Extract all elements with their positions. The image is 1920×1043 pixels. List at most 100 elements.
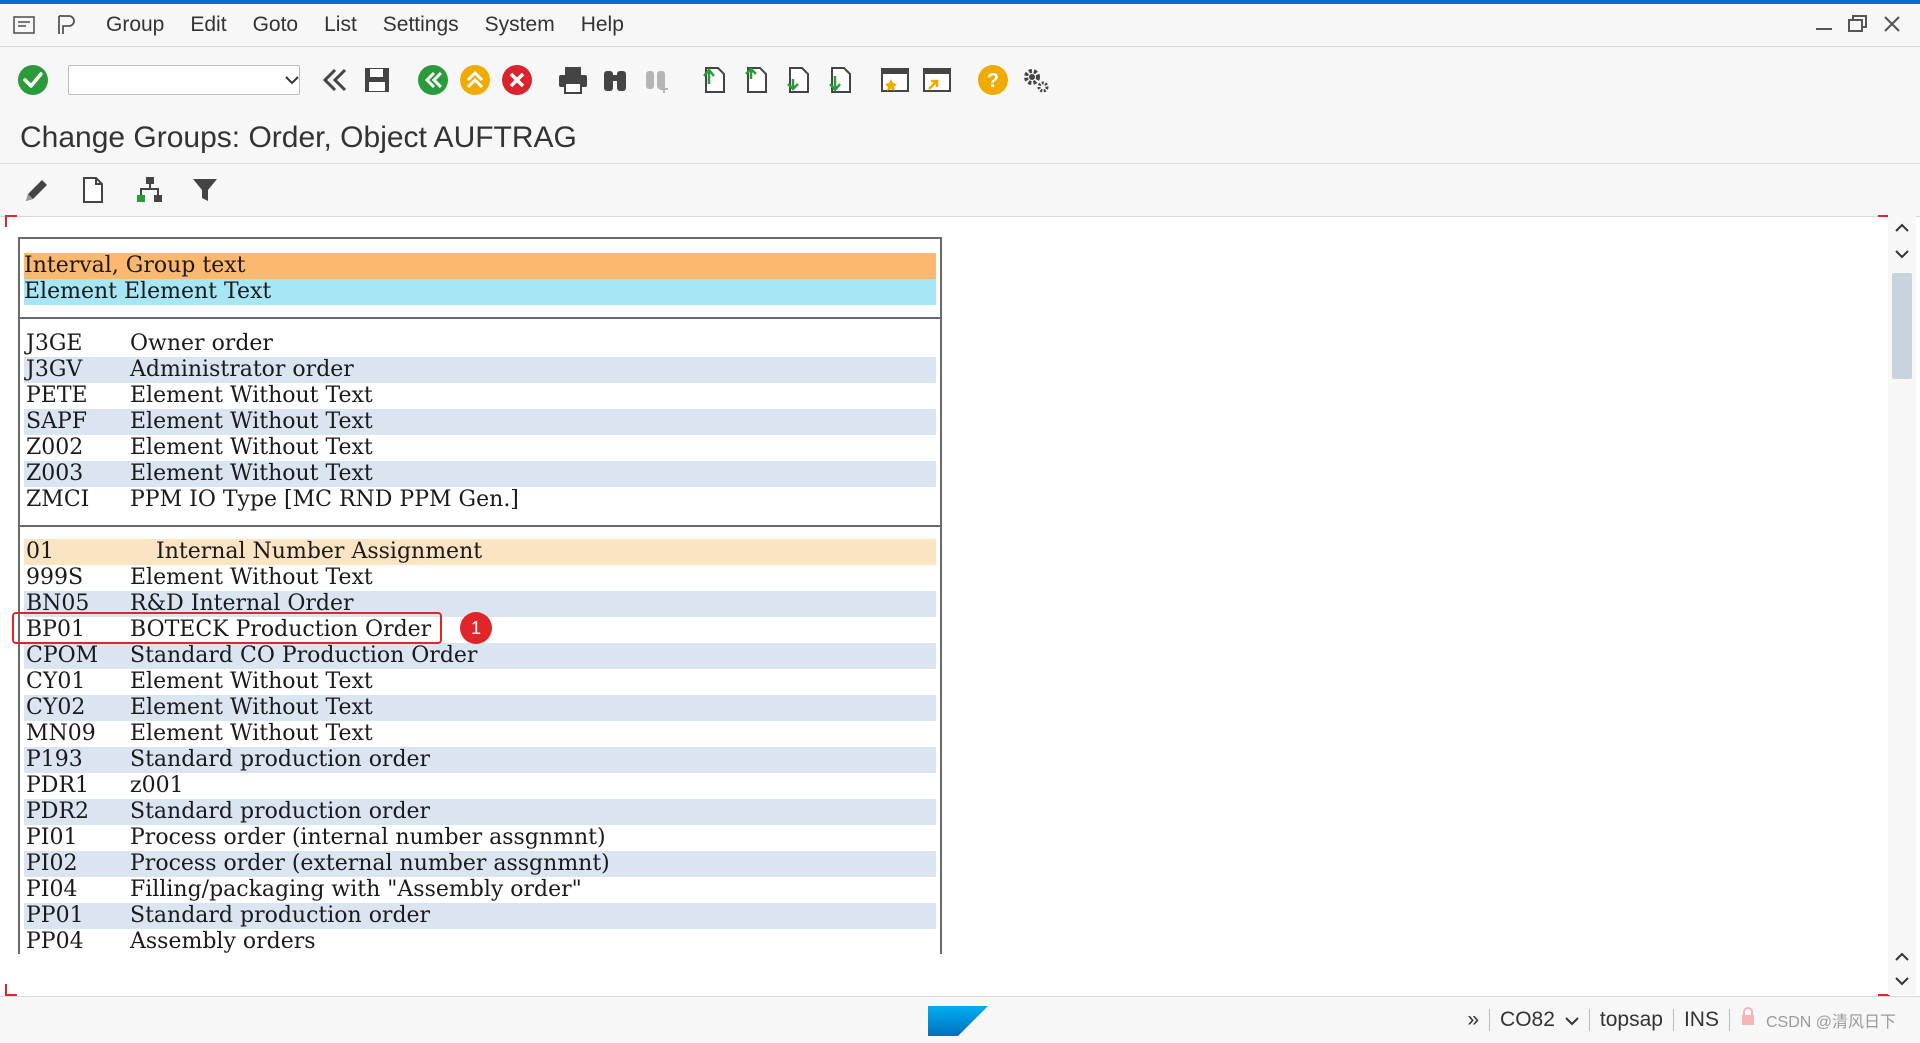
element-text: Element Without Text: [130, 383, 373, 408]
standard-toolbar: ?: [0, 47, 1920, 113]
help-icon[interactable]: ?: [976, 63, 1010, 97]
cancel-icon[interactable]: [500, 63, 534, 97]
pencil-icon[interactable]: [20, 173, 54, 207]
list-item[interactable]: J3GE Owner order: [24, 331, 936, 357]
command-input[interactable]: [73, 66, 284, 94]
status-separator: [1672, 1009, 1674, 1031]
create-session-icon[interactable]: [878, 63, 912, 97]
group-row[interactable]: 01 Internal Number Assignment: [24, 539, 936, 565]
list-item[interactable]: PP04 Assembly orders: [24, 929, 936, 954]
back-icon[interactable]: [416, 63, 450, 97]
element-code: MN09: [26, 721, 96, 746]
menu-goto[interactable]: Goto: [253, 13, 299, 37]
element-code: PI01: [26, 825, 78, 850]
menu-help[interactable]: Help: [581, 13, 624, 37]
minimize-icon[interactable]: [1812, 12, 1836, 36]
element-text: Element Without Text: [130, 461, 373, 486]
transaction-code[interactable]: CO82: [1500, 1008, 1555, 1032]
list-item[interactable]: PP01 Standard production order: [24, 903, 936, 929]
status-expand-chevron[interactable]: »: [1467, 1008, 1479, 1032]
menu-system[interactable]: System: [485, 13, 555, 37]
chevron-down-icon[interactable]: [1565, 1008, 1579, 1032]
save-icon[interactable]: [360, 63, 394, 97]
status-info: » CO82 topsap INS CSDN @清风日下: [1467, 1007, 1896, 1033]
list-item[interactable]: CY02 Element Without Text: [24, 695, 936, 721]
new-document-icon[interactable]: [76, 173, 110, 207]
status-separator: [1728, 1009, 1730, 1031]
page-title: Change Groups: Order, Object AUFTRAG: [20, 121, 577, 154]
list-item[interactable]: PI01 Process order (internal number assgn…: [24, 825, 936, 851]
element-text: z001: [130, 773, 184, 798]
element-code: CY02: [26, 695, 86, 720]
insert-mode[interactable]: INS: [1684, 1008, 1719, 1032]
element-text: Element Without Text: [130, 669, 373, 694]
find-icon[interactable]: [598, 63, 632, 97]
menu-group[interactable]: Group: [106, 13, 164, 37]
element-text: Filling/packaging with "Assembly order": [130, 877, 582, 902]
list-item[interactable]: PI02 Process order (external number assgn…: [24, 851, 936, 877]
previous-page-icon[interactable]: [738, 63, 772, 97]
list-item[interactable]: PDR1 z001: [24, 773, 936, 799]
chevron-down-icon[interactable]: [284, 68, 299, 92]
svg-text:?: ?: [987, 70, 999, 92]
list-item[interactable]: ZMCI PPM IO Type [MC RND PPM Gen.]: [24, 487, 936, 513]
menu-bar: Group Edit Goto List Settings System Hel…: [0, 4, 1920, 47]
filter-icon[interactable]: [188, 173, 222, 207]
menu-settings[interactable]: Settings: [383, 13, 459, 37]
scroll-down-icon[interactable]: [1890, 243, 1914, 265]
scroll-thumb[interactable]: [1892, 273, 1912, 379]
menu-list[interactable]: List: [324, 13, 357, 37]
element-text: Element Without Text: [130, 409, 373, 434]
list-item[interactable]: CY01 Element Without Text: [24, 669, 936, 695]
element-text: Assembly orders: [130, 929, 316, 954]
hierarchy-icon[interactable]: [132, 173, 166, 207]
find-next-icon[interactable]: [640, 63, 674, 97]
element-code: J3GV: [26, 357, 83, 382]
next-page-icon[interactable]: [780, 63, 814, 97]
list-item[interactable]: PDR2 Standard production order: [24, 799, 936, 825]
sap-menu-icon[interactable]: [52, 11, 80, 39]
list-item[interactable]: PI04 Filling/packaging with "Assembly ord…: [24, 877, 936, 903]
element-code: PETE: [26, 383, 88, 408]
list-item[interactable]: Z002 Element Without Text: [24, 435, 936, 461]
frame-corner: [5, 984, 17, 996]
list-item[interactable]: Z003 Element Without Text: [24, 461, 936, 487]
list-item[interactable]: P193 Standard production order: [24, 747, 936, 773]
menu-list-icon[interactable]: [10, 11, 38, 39]
restore-icon[interactable]: [1846, 12, 1870, 36]
menu-edit[interactable]: Edit: [190, 13, 226, 37]
last-page-icon[interactable]: [822, 63, 856, 97]
enter-check-icon[interactable]: [16, 63, 50, 97]
scroll-up-icon[interactable]: [1890, 217, 1914, 239]
close-window-icon[interactable]: [1880, 12, 1904, 36]
gear-icon[interactable]: [1018, 63, 1052, 97]
element-code: 999S: [26, 565, 84, 590]
list-item[interactable]: SAPF Element Without Text: [24, 409, 936, 435]
frame-corner: [5, 215, 17, 227]
list-item[interactable]: PETE Element Without Text: [24, 383, 936, 409]
element-text: Administrator order: [130, 357, 354, 382]
lock-icon: [1740, 1007, 1756, 1033]
command-field[interactable]: [68, 65, 300, 95]
window-controls: [1812, 12, 1904, 36]
list-item[interactable]: MN09 Element Without Text: [24, 721, 936, 747]
element-text: Standard CO Production Order: [130, 643, 478, 668]
annotation-badge: 1: [460, 612, 492, 644]
element-text: Standard production order: [130, 747, 431, 772]
header-element-text: Element Element Text: [24, 279, 272, 304]
element-code: Z003: [26, 461, 84, 486]
list-item[interactable]: CPOM Standard CO Production Order: [24, 643, 936, 669]
print-icon[interactable]: [556, 63, 590, 97]
exit-icon[interactable]: [458, 63, 492, 97]
element-code: SAPF: [26, 409, 88, 434]
list-item[interactable]: 999S Element Without Text: [24, 565, 936, 591]
group-list: Interval, Group text Element Element Tex…: [18, 237, 942, 954]
first-page-icon[interactable]: [696, 63, 730, 97]
scroll-down-icon[interactable]: [1890, 970, 1914, 992]
scroll-up-icon[interactable]: [1890, 946, 1914, 968]
list-item[interactable]: J3GV Administrator order: [24, 357, 936, 383]
generate-shortcut-icon[interactable]: [920, 63, 954, 97]
section-divider: [20, 317, 940, 319]
double-chevron-left-icon[interactable]: [318, 63, 352, 97]
status-bar: » CO82 topsap INS CSDN @清风日下: [0, 996, 1920, 1043]
